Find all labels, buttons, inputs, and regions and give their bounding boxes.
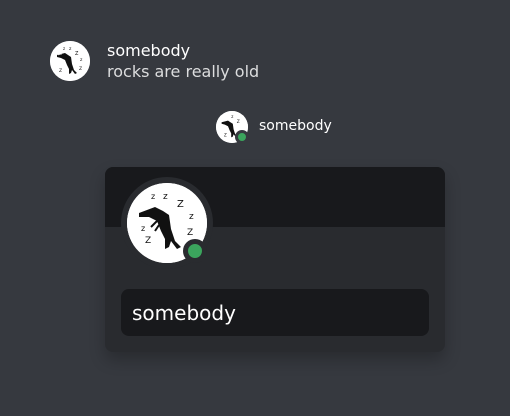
svg-text:z: z — [151, 192, 155, 201]
svg-text:Z: Z — [145, 236, 151, 246]
svg-text:Z: Z — [177, 199, 184, 210]
svg-text:Z: Z — [75, 51, 79, 57]
profile-popout: z Z z Z Z z z somebody — [105, 167, 445, 352]
message-author[interactable]: somebody — [107, 41, 190, 61]
svg-text:Z: Z — [79, 66, 82, 72]
svg-text:Z: Z — [237, 119, 240, 125]
message-avatar[interactable]: z Z z Z Z z — [50, 41, 90, 81]
member-name[interactable]: somebody — [259, 117, 332, 135]
svg-text:z: z — [141, 224, 145, 233]
online-status-icon — [183, 239, 207, 263]
svg-text:Z: Z — [224, 133, 227, 138]
svg-text:z: z — [231, 114, 233, 119]
profile-username[interactable]: somebody — [132, 301, 236, 325]
online-status-icon — [235, 130, 249, 144]
svg-text:z: z — [63, 46, 65, 51]
chat-stage: z Z z Z Z z somebody rocks are really ol… — [0, 0, 510, 416]
message-text: rocks are really old — [107, 62, 260, 81]
sleeping-dinosaur-icon: z Z z Z Z z — [50, 41, 90, 81]
profile-username-box: somebody — [121, 289, 429, 336]
svg-text:Z: Z — [187, 228, 193, 238]
svg-text:z: z — [189, 212, 194, 222]
svg-text:z: z — [163, 192, 168, 202]
svg-text:Z: Z — [59, 68, 62, 74]
